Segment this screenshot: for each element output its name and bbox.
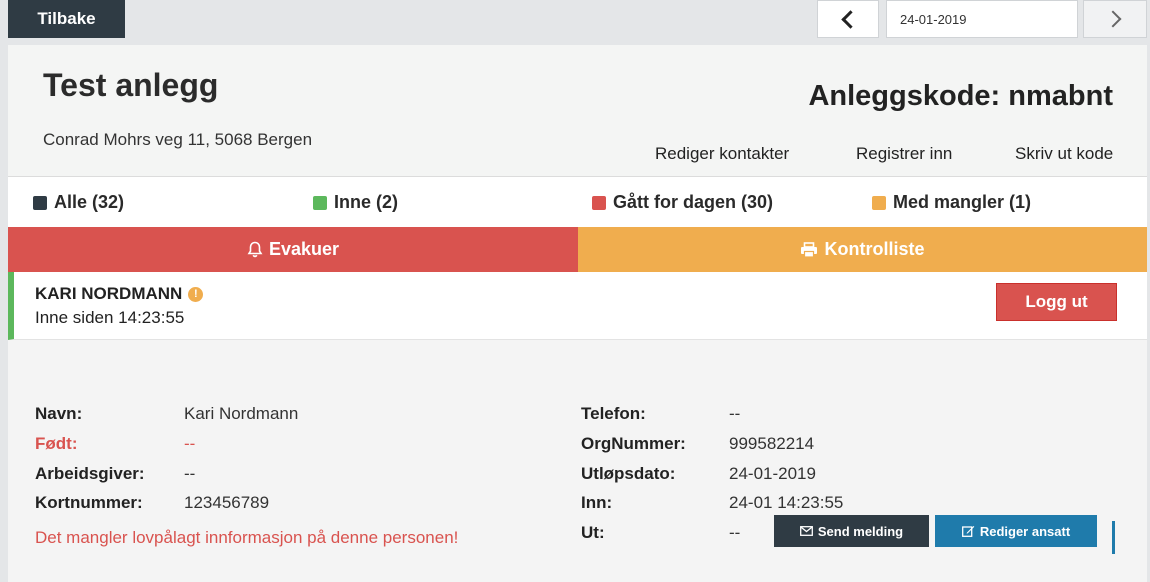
person-status: Inne siden 14:23:55 [35, 308, 185, 327]
filter-missing[interactable]: Med mangler (1) [872, 192, 1031, 213]
send-message-button[interactable]: Send melding [774, 515, 929, 547]
site-code-value: nmabnt [1008, 80, 1113, 112]
edit-icon [961, 526, 975, 537]
person-details: Navn: Kari Nordmann Født: -- Arbeidsgive… [8, 340, 1147, 582]
filter-inside-label: Inne (2) [334, 192, 399, 212]
filter-inside[interactable]: Inne (2) [313, 192, 398, 213]
evacuate-label: Evakuer [268, 239, 340, 259]
site-title: Test anlegg [43, 67, 219, 103]
next-day-button[interactable] [1083, 0, 1147, 38]
checklist-label: Kontrolliste [824, 239, 925, 259]
employer-value: -- [184, 464, 196, 483]
main-panel: Test anlegg Conrad Mohrs veg 11, 5068 Be… [8, 45, 1147, 582]
warning-icon: ! [188, 286, 204, 302]
printer-icon [801, 241, 818, 258]
org-number-value: 999582214 [729, 434, 815, 453]
org-number-label: OrgNummer: [581, 434, 686, 453]
card-number-label: Kortnummer: [35, 493, 143, 512]
site-code: Anleggskode: nmabnt [808, 80, 1113, 113]
checklist-button[interactable]: Kontrolliste [578, 227, 1147, 272]
site-code-label: Anleggskode: [808, 80, 1001, 112]
check-in-value: 24-01 14:23:55 [729, 493, 844, 512]
site-address: Conrad Mohrs veg 11, 5068 Bergen [43, 130, 313, 149]
missing-info-message: Det mangler lovpålagt innformasjon på de… [35, 528, 459, 547]
back-button[interactable]: Tilbake [8, 0, 125, 38]
filter-all[interactable]: Alle (32) [33, 192, 124, 213]
filter-missing-label: Med mangler (1) [893, 192, 1032, 212]
date-field[interactable]: 24-01-2019 [886, 0, 1078, 38]
check-out-label: Ut: [581, 523, 605, 542]
filter-left-for-day[interactable]: Gått for dagen (30) [592, 192, 773, 213]
filter-all-label: Alle (32) [54, 192, 125, 212]
previous-day-button[interactable] [817, 0, 879, 38]
evacuate-button[interactable]: Evakuer [8, 227, 578, 272]
print-code-link[interactable]: Skriv ut kode [1015, 144, 1113, 164]
register-in-link[interactable]: Registrer inn [856, 144, 952, 164]
bell-icon [247, 241, 263, 258]
person-name: KARI NORDMANN ! [35, 284, 204, 304]
logout-button[interactable]: Logg ut [996, 283, 1117, 321]
phone-label: Telefon: [581, 404, 646, 423]
check-in-label: Inn: [581, 493, 613, 512]
chevron-right-icon [1104, 10, 1122, 28]
edit-employee-button[interactable]: Rediger ansatt [935, 515, 1097, 547]
send-message-label: Send melding [817, 523, 904, 539]
green-square-icon [313, 195, 327, 210]
orange-square-icon [872, 195, 886, 210]
site-header: Test anlegg Conrad Mohrs veg 11, 5068 Be… [8, 45, 1147, 177]
born-value: -- [184, 434, 196, 453]
edit-employee-label: Rediger ansatt [979, 523, 1071, 539]
expiry-date-label: Utløpsdato: [581, 464, 676, 483]
chevron-left-icon [840, 9, 860, 29]
employer-label: Arbeidsgiver: [35, 464, 145, 483]
person-row[interactable]: KARI NORDMANN ! Inne siden 14:23:55 Logg… [8, 272, 1147, 340]
dark-square-icon [33, 195, 47, 210]
red-square-icon [592, 195, 606, 210]
phone-value: -- [729, 404, 741, 423]
born-label: Født: [35, 434, 78, 453]
name-label: Navn: [35, 404, 83, 423]
name-value: Kari Nordmann [184, 404, 299, 423]
top-bar: Tilbake 24-01-2019 [0, 0, 1150, 45]
person-name-text: KARI NORDMANN [35, 284, 183, 303]
filter-left-label: Gått for dagen (30) [613, 192, 774, 212]
card-number-value: 123456789 [184, 493, 270, 512]
scroll-indicator [1112, 521, 1115, 554]
check-out-value: -- [729, 523, 741, 542]
expiry-date-value: 24-01-2019 [729, 464, 816, 483]
edit-contacts-link[interactable]: Rediger kontakter [655, 144, 789, 164]
filter-bar: Alle (32) Inne (2) Gått for dagen (30) M… [8, 177, 1147, 227]
envelope-icon [799, 526, 813, 536]
